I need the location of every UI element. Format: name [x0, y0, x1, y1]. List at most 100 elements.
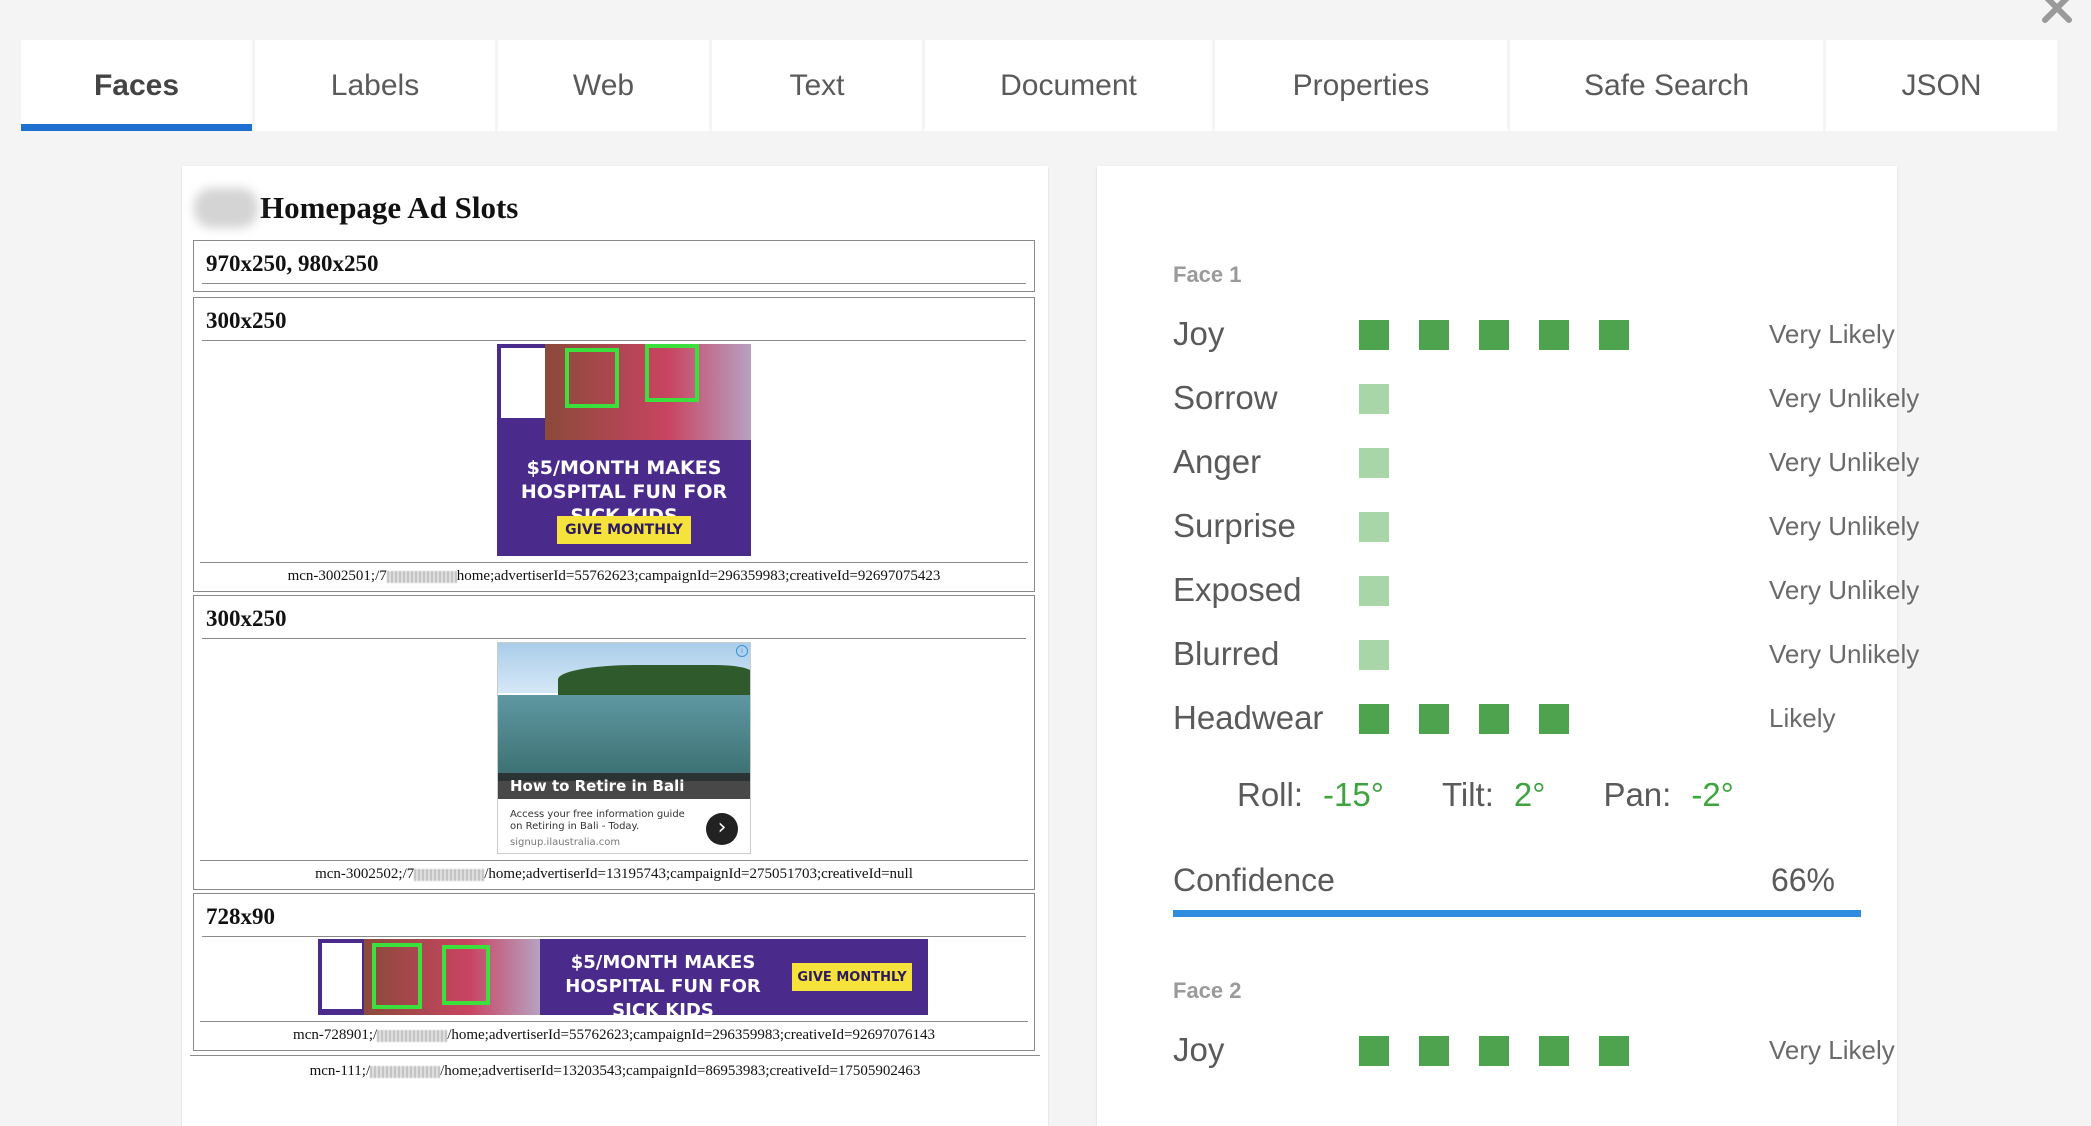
face-2-heading: Face 2	[1173, 978, 1242, 1003]
likelihood-square	[1359, 448, 1389, 478]
ad-slot-url: mcn-3002502;/7/home;advertiserId=1319574…	[200, 860, 1028, 889]
give-monthly-button[interactable]: GIVE MONTHLY	[557, 516, 691, 544]
tab-bar: Faces Labels Web Text Document Propertie…	[21, 40, 2060, 131]
page-title: Homepage Ad Slots	[260, 190, 519, 225]
likelihood-square	[1539, 1036, 1569, 1066]
likelihood-square	[1359, 704, 1389, 734]
likelihood-square	[1599, 1036, 1629, 1066]
likelihood-value: Very Likely	[1769, 1035, 1895, 1065]
attribute-row-headwear: Headwear Likely	[1173, 694, 1853, 742]
likelihood-value: Very Unlikely	[1769, 447, 1920, 477]
ad-slot-url: mcn-111;/ /home;advertiserId=13203543;cam…	[190, 1055, 1040, 1084]
confidence-bar	[1173, 910, 1861, 917]
starlight-ad-image[interactable]: $5/MONTH MAKES HOSPITAL FUN FOR SICK KID…	[497, 344, 751, 556]
ad-slot-300x250-a: 300x250 $5/MONTH MAKES HOSPITAL FUN FOR …	[193, 297, 1035, 592]
confidence-value: 66%	[1770, 862, 1835, 898]
likelihood-square	[1419, 1036, 1449, 1066]
ad-site: signup.ilaustralia.com	[510, 837, 621, 848]
url-suffix: /home;advertiserId=13203543;campaignId=8…	[440, 1063, 921, 1079]
tab-document[interactable]: Document	[925, 40, 1212, 131]
adchoices-icon[interactable]: i	[736, 645, 748, 657]
url-prefix: mcn-111;/	[309, 1063, 371, 1079]
confidence-meter: Confidence 66%	[1173, 862, 1861, 917]
likelihood-square	[1539, 320, 1569, 350]
likelihood-value: Very Unlikely	[1769, 639, 1920, 669]
attribute-row-sorrow: Sorrow Very Unlikely	[1173, 374, 1919, 422]
attribute-name: Blurred	[1173, 635, 1280, 672]
ad-slot-url: mcn-728901;/ /home;advertiserId=55762623;…	[200, 1021, 1028, 1050]
attribute-row-blurred: Blurred Very Unlikely	[1173, 630, 1919, 678]
ad-caption: How to Retire in Bali	[498, 773, 750, 799]
attribute-name: Headwear	[1173, 699, 1324, 736]
redacted-text	[386, 570, 457, 583]
pan-value: -2°	[1691, 776, 1734, 813]
face-bounding-box	[645, 344, 699, 402]
likelihood-value: Likely	[1769, 703, 1836, 733]
starlight-logo	[501, 348, 545, 418]
likelihood-square	[1419, 320, 1449, 350]
close-icon[interactable]	[2037, 0, 2077, 28]
attribute-row-exposed: Exposed Very Unlikely	[1173, 566, 1919, 614]
give-monthly-button[interactable]: GIVE MONTHLY	[792, 963, 912, 991]
likelihood-square	[1479, 320, 1509, 350]
attribute-name: Joy	[1173, 315, 1225, 352]
ad-sea	[498, 695, 750, 781]
tab-safe-search[interactable]: Safe Search	[1510, 40, 1823, 131]
tab-properties[interactable]: Properties	[1215, 40, 1507, 131]
pan-label: Pan:	[1603, 776, 1672, 813]
likelihood-square	[1479, 1036, 1509, 1066]
tab-web[interactable]: Web	[498, 40, 709, 131]
confidence-label: Confidence	[1173, 862, 1335, 898]
chevron-right-icon[interactable]: ›	[706, 813, 738, 845]
url-suffix: home;advertiserId=55762623;campaignId=29…	[456, 568, 941, 584]
attribute-row-joy: Joy Very Likely	[1173, 1026, 1895, 1074]
ad-slot-url: mcn-3002501;/7 home;advertiserId=55762623…	[200, 562, 1028, 591]
face-angles: Roll: -15° Tilt: 2° Pan: -2°	[1237, 776, 1792, 814]
likelihood-square	[1359, 576, 1389, 606]
attribute-row-anger: Anger Very Unlikely	[1173, 438, 1919, 486]
roll-label: Roll:	[1237, 776, 1304, 813]
tab-faces[interactable]: Faces	[21, 40, 252, 131]
redacted-text	[370, 1065, 441, 1078]
tab-text[interactable]: Text	[712, 40, 922, 131]
likelihood-square	[1599, 320, 1629, 350]
attribute-row-joy: Joy Very Likely	[1173, 310, 1895, 358]
url-prefix: mcn-3002502;/7	[315, 866, 415, 882]
likelihood-square	[1359, 1036, 1389, 1066]
face-results-panel: Face 1 Joy Very Likely Sorrow Very Unlikely…	[1097, 166, 1919, 1126]
slot-size-label: 970x250, 980x250	[202, 241, 1026, 284]
attribute-name: Sorrow	[1173, 379, 1278, 416]
bali-ad-image[interactable]: i How to Retire in Bali Access your free…	[497, 642, 751, 854]
ad-headline: $5/MONTH MAKES HOSPITAL FUN FOR SICK KID…	[565, 952, 761, 1015]
roll-value: -15°	[1323, 776, 1384, 813]
starlight-logo	[322, 943, 362, 1009]
face-bounding-box	[442, 945, 490, 1005]
likelihood-square	[1359, 512, 1389, 542]
likelihood-value: Very Likely	[1769, 319, 1895, 349]
doc-title: Homepage Ad Slots	[194, 186, 518, 230]
likelihood-square	[1359, 640, 1389, 670]
face-bounding-box	[372, 943, 422, 1009]
ad-subtext: Access your free information guide on Re…	[510, 809, 685, 832]
url-suffix: /home;advertiserId=13195743;campaignId=2…	[484, 866, 913, 882]
likelihood-square	[1359, 384, 1389, 414]
attribute-name: Surprise	[1173, 507, 1296, 544]
attribute-row-surprise: Surprise Very Unlikely	[1173, 502, 1919, 550]
tilt-label: Tilt:	[1441, 776, 1494, 813]
redacted-text	[414, 868, 485, 881]
likelihood-value: Very Unlikely	[1769, 575, 1920, 605]
tab-labels[interactable]: Labels	[255, 40, 495, 131]
tab-json[interactable]: JSON	[1826, 40, 2057, 131]
ad-slot-728x90: 728x90 $5/MONTH MAKES HOSPITAL FUN FOR S…	[193, 893, 1035, 1051]
attribute-name: Exposed	[1173, 571, 1302, 608]
face-bounding-box	[565, 348, 619, 408]
starlight-leaderboard-ad[interactable]: $5/MONTH MAKES HOSPITAL FUN FOR SICK KID…	[318, 939, 928, 1015]
url-suffix: /home;advertiserId=55762623;campaignId=2…	[447, 1027, 935, 1043]
ad-slot-970x250: 970x250, 980x250	[193, 240, 1035, 292]
redacted-text	[377, 1029, 448, 1042]
face-1-heading: Face 1	[1173, 262, 1242, 287]
analyzed-image-panel: Homepage Ad Slots 970x250, 980x250 300x2…	[182, 166, 1048, 1126]
slot-size-label: 300x250	[202, 596, 1026, 639]
likelihood-square	[1479, 704, 1509, 734]
likelihood-square	[1419, 704, 1449, 734]
